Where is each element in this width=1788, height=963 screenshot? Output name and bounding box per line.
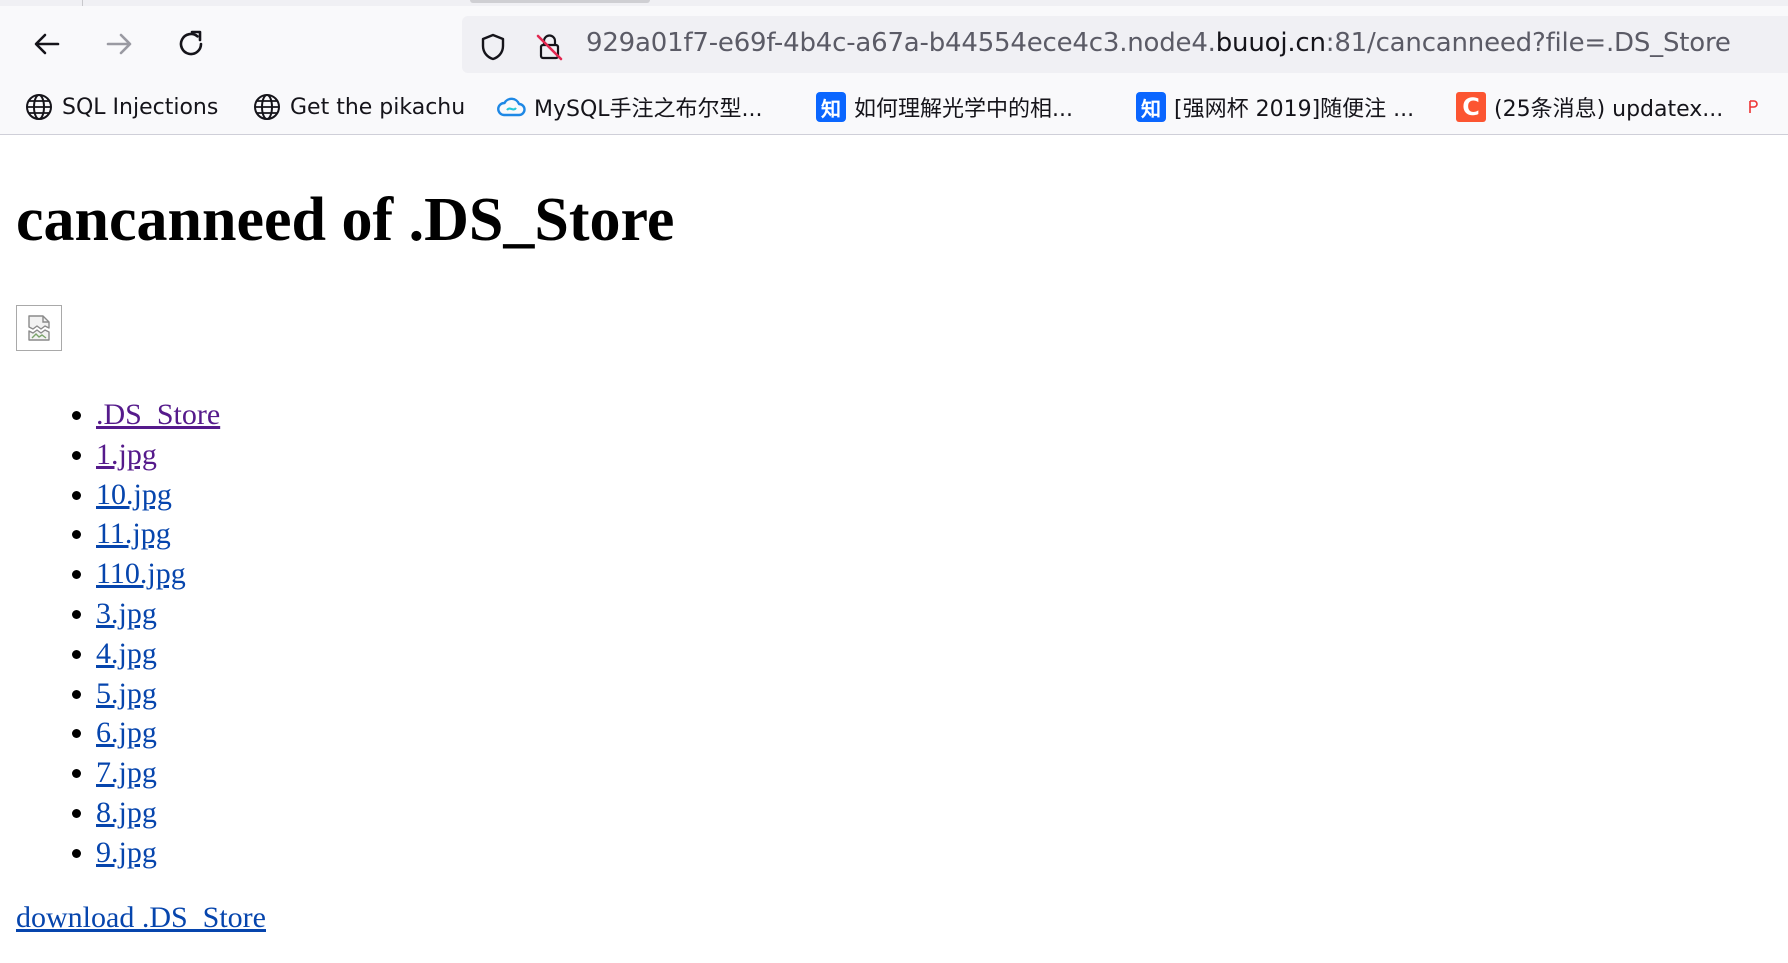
file-link[interactable]: 10.jpg	[96, 478, 172, 511]
file-list-item: 3.jpg	[96, 594, 220, 634]
back-button[interactable]	[28, 25, 66, 63]
file-list-item: 7.jpg	[96, 753, 220, 793]
file-list-item: 10.jpg	[96, 475, 220, 515]
insecure-lock-icon[interactable]	[534, 32, 564, 66]
arrow-right-icon	[106, 33, 132, 55]
file-link[interactable]: 1.jpg	[96, 438, 157, 471]
bookmark-sql-injections[interactable]: SQL Injections	[24, 89, 218, 125]
file-link[interactable]: 6.jpg	[96, 716, 157, 749]
arrow-left-icon	[34, 33, 60, 55]
csdn-icon: C	[1456, 92, 1486, 122]
broken-image	[16, 305, 62, 351]
file-list-item: 110.jpg	[96, 554, 220, 594]
bookmark-get-the-pikachu[interactable]: Get the pikachu	[252, 89, 465, 125]
file-list-item: 9.jpg	[96, 833, 220, 873]
globe-icon	[252, 92, 282, 122]
file-list-item: 6.jpg	[96, 713, 220, 753]
file-link[interactable]: 9.jpg	[96, 836, 157, 869]
file-link[interactable]: 3.jpg	[96, 597, 157, 630]
shield-icon[interactable]	[478, 32, 508, 66]
forward-button[interactable]	[100, 25, 138, 63]
file-link[interactable]: 11.jpg	[96, 517, 171, 550]
file-list-item: 5.jpg	[96, 674, 220, 714]
file-link[interactable]: 4.jpg	[96, 637, 157, 670]
file-link[interactable]: .DS_Store	[96, 398, 220, 431]
file-list-item: 11.jpg	[96, 514, 220, 554]
bookmark-csdn-updatexml[interactable]: C (25条消息) updatex...	[1456, 89, 1723, 125]
file-link[interactable]: 5.jpg	[96, 677, 157, 710]
bookmark-label: (25条消息) updatex...	[1494, 97, 1724, 122]
file-link[interactable]: 7.jpg	[96, 756, 157, 789]
bookmark-label: SQL Injections	[62, 94, 219, 120]
url-prefix: 929a01f7-e69f-4b4c-a67a-b44554ece4c3.nod…	[586, 28, 1216, 58]
globe-icon	[24, 92, 54, 122]
zhihu-icon: 知	[1136, 92, 1166, 122]
url-host: buuoj.cn	[1215, 28, 1326, 58]
active-tab-indicator[interactable]	[470, 0, 650, 3]
file-list-item: 1.jpg	[96, 435, 220, 475]
cloud-icon	[496, 92, 526, 122]
file-link[interactable]: 8.jpg	[96, 796, 157, 829]
bookmark-zhihu-qwb[interactable]: 知 [强网杯 2019]随便注 ...	[1136, 89, 1414, 125]
file-list: .DS_Store 1.jpg 10.jpg 11.jpg 110.jpg 3.jpg 4.…	[0, 395, 220, 873]
file-list-item: 4.jpg	[96, 634, 220, 674]
file-list-item: .DS_Store	[96, 395, 220, 435]
file-list-item: 8.jpg	[96, 793, 220, 833]
bookmark-label: 如何理解光学中的相...	[854, 97, 1073, 122]
zhihu-icon: 知	[816, 92, 846, 122]
file-link[interactable]: 110.jpg	[96, 557, 186, 590]
bookmark-overflow-edge[interactable]	[1748, 98, 1760, 116]
bookmark-label: Get the pikachu	[290, 94, 466, 120]
reload-icon	[179, 30, 203, 56]
bookmark-label: MySQL手注之布尔型...	[534, 97, 763, 122]
bookmarks-toolbar: SQL Injections Get the pikachu MySQL手注之布…	[0, 80, 1788, 135]
navigation-toolbar: 929a01f7-e69f-4b4c-a67a-b44554ece4c3.nod…	[0, 6, 1788, 80]
bookmark-zhihu-optics[interactable]: 知 如何理解光学中的相...	[816, 89, 1073, 125]
address-bar[interactable]: 929a01f7-e69f-4b4c-a67a-b44554ece4c3.nod…	[462, 16, 1788, 73]
broken-image-icon	[28, 315, 50, 341]
bookmark-mysql[interactable]: MySQL手注之布尔型...	[496, 89, 763, 125]
download-link[interactable]: download .DS_Store	[16, 901, 266, 935]
url-text[interactable]: 929a01f7-e69f-4b4c-a67a-b44554ece4c3.nod…	[586, 28, 1731, 58]
page-title: cancanneed of .DS_Store	[16, 186, 675, 254]
url-suffix: :81/cancanneed?file=.DS_Store	[1325, 28, 1731, 58]
reload-button[interactable]	[172, 25, 210, 63]
bookmark-label: [强网杯 2019]随便注 ...	[1174, 97, 1415, 122]
